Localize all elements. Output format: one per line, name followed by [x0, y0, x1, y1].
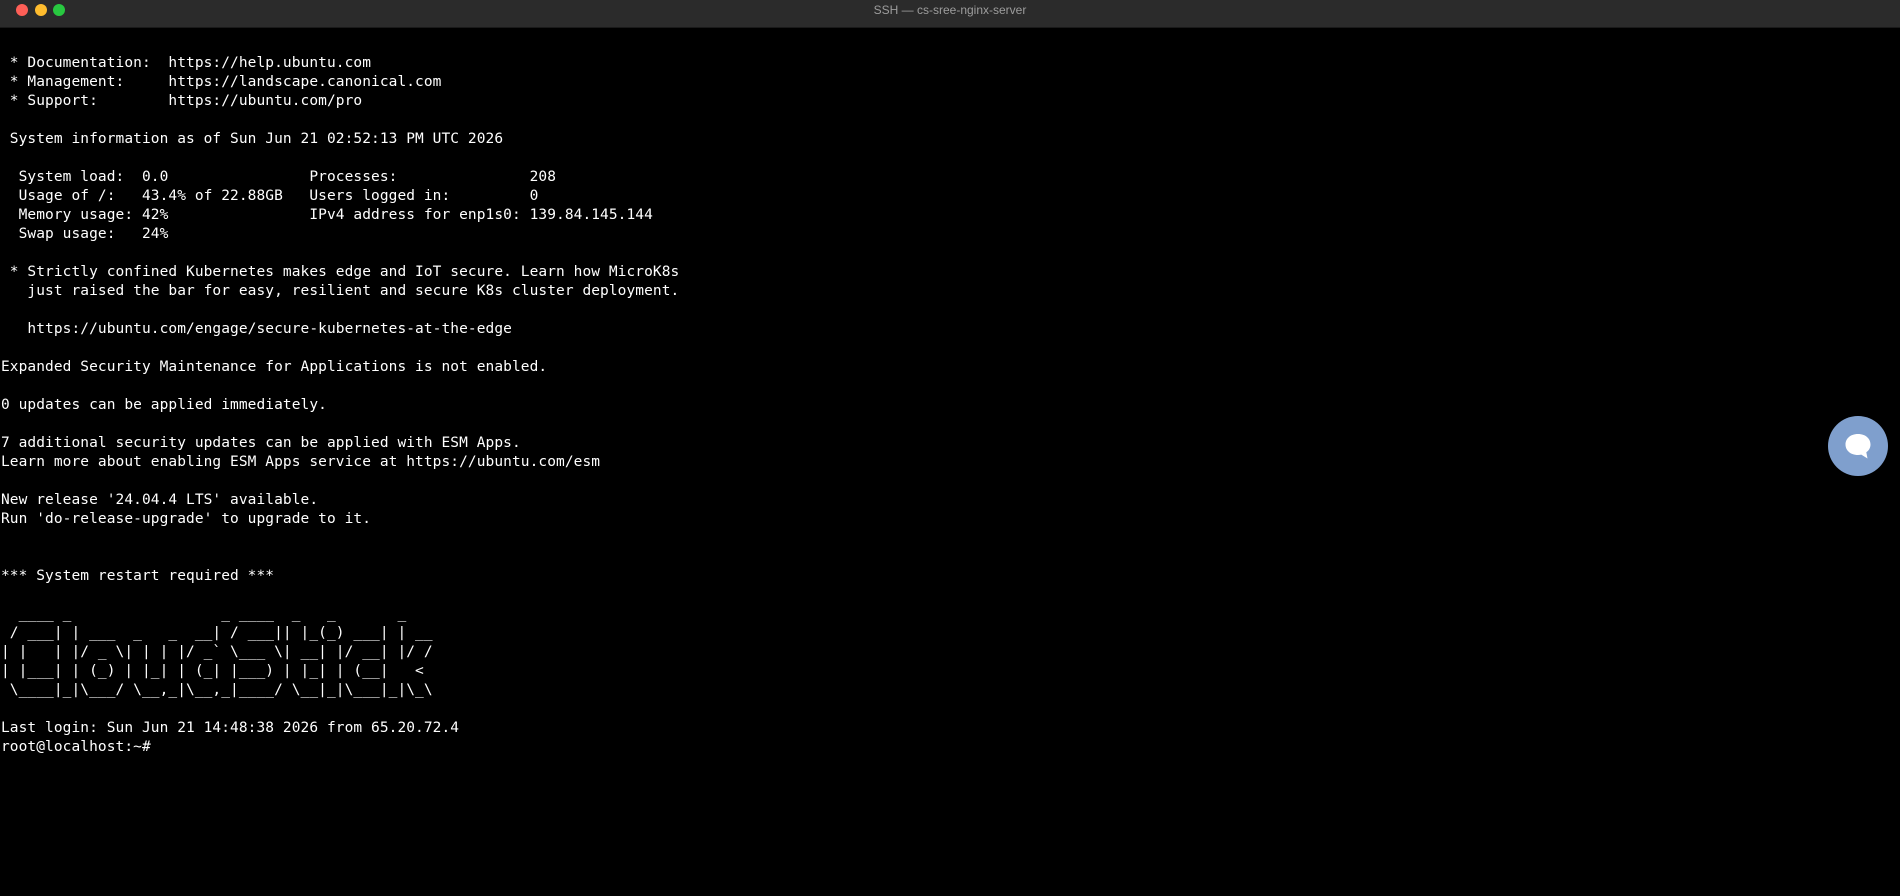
terminal-window: SSH — cs-sree-nginx-server * Documentati…: [0, 0, 1900, 896]
chat-bubble-icon: [1845, 434, 1871, 459]
terminal-line: Expanded Security Maintenance for Applic…: [1, 359, 548, 375]
window-titlebar: SSH — cs-sree-nginx-server: [0, 0, 1900, 28]
terminal-line: Swap usage: 24%: [1, 226, 169, 242]
terminal-line: *** System restart required ***: [1, 568, 275, 584]
terminal-line: root@localhost:~#: [1, 739, 151, 755]
terminal-line: Learn more about enabling ESM Apps servi…: [1, 454, 601, 470]
terminal-line: just raised the bar for easy, resilient …: [1, 283, 680, 299]
terminal-line: System information as of Sun Jun 21 02:5…: [1, 131, 504, 147]
terminal-line: https://ubuntu.com/engage/secure-kuberne…: [1, 321, 512, 337]
terminal-output[interactable]: * Documentation: https://help.ubuntu.com…: [1, 52, 1801, 896]
terminal-line: Run 'do-release-upgrade' to upgrade to i…: [1, 511, 372, 527]
terminal-line: 0 updates can be applied immediately.: [1, 397, 327, 413]
chat-button[interactable]: [1828, 416, 1888, 476]
window-title: SSH — cs-sree-nginx-server: [873, 3, 1027, 17]
terminal-line: \____|_|\___/ \__,_|\__,_|____/ \__|_|\_…: [1, 682, 433, 698]
terminal-line: * Support: https://ubuntu.com/pro: [1, 93, 363, 109]
